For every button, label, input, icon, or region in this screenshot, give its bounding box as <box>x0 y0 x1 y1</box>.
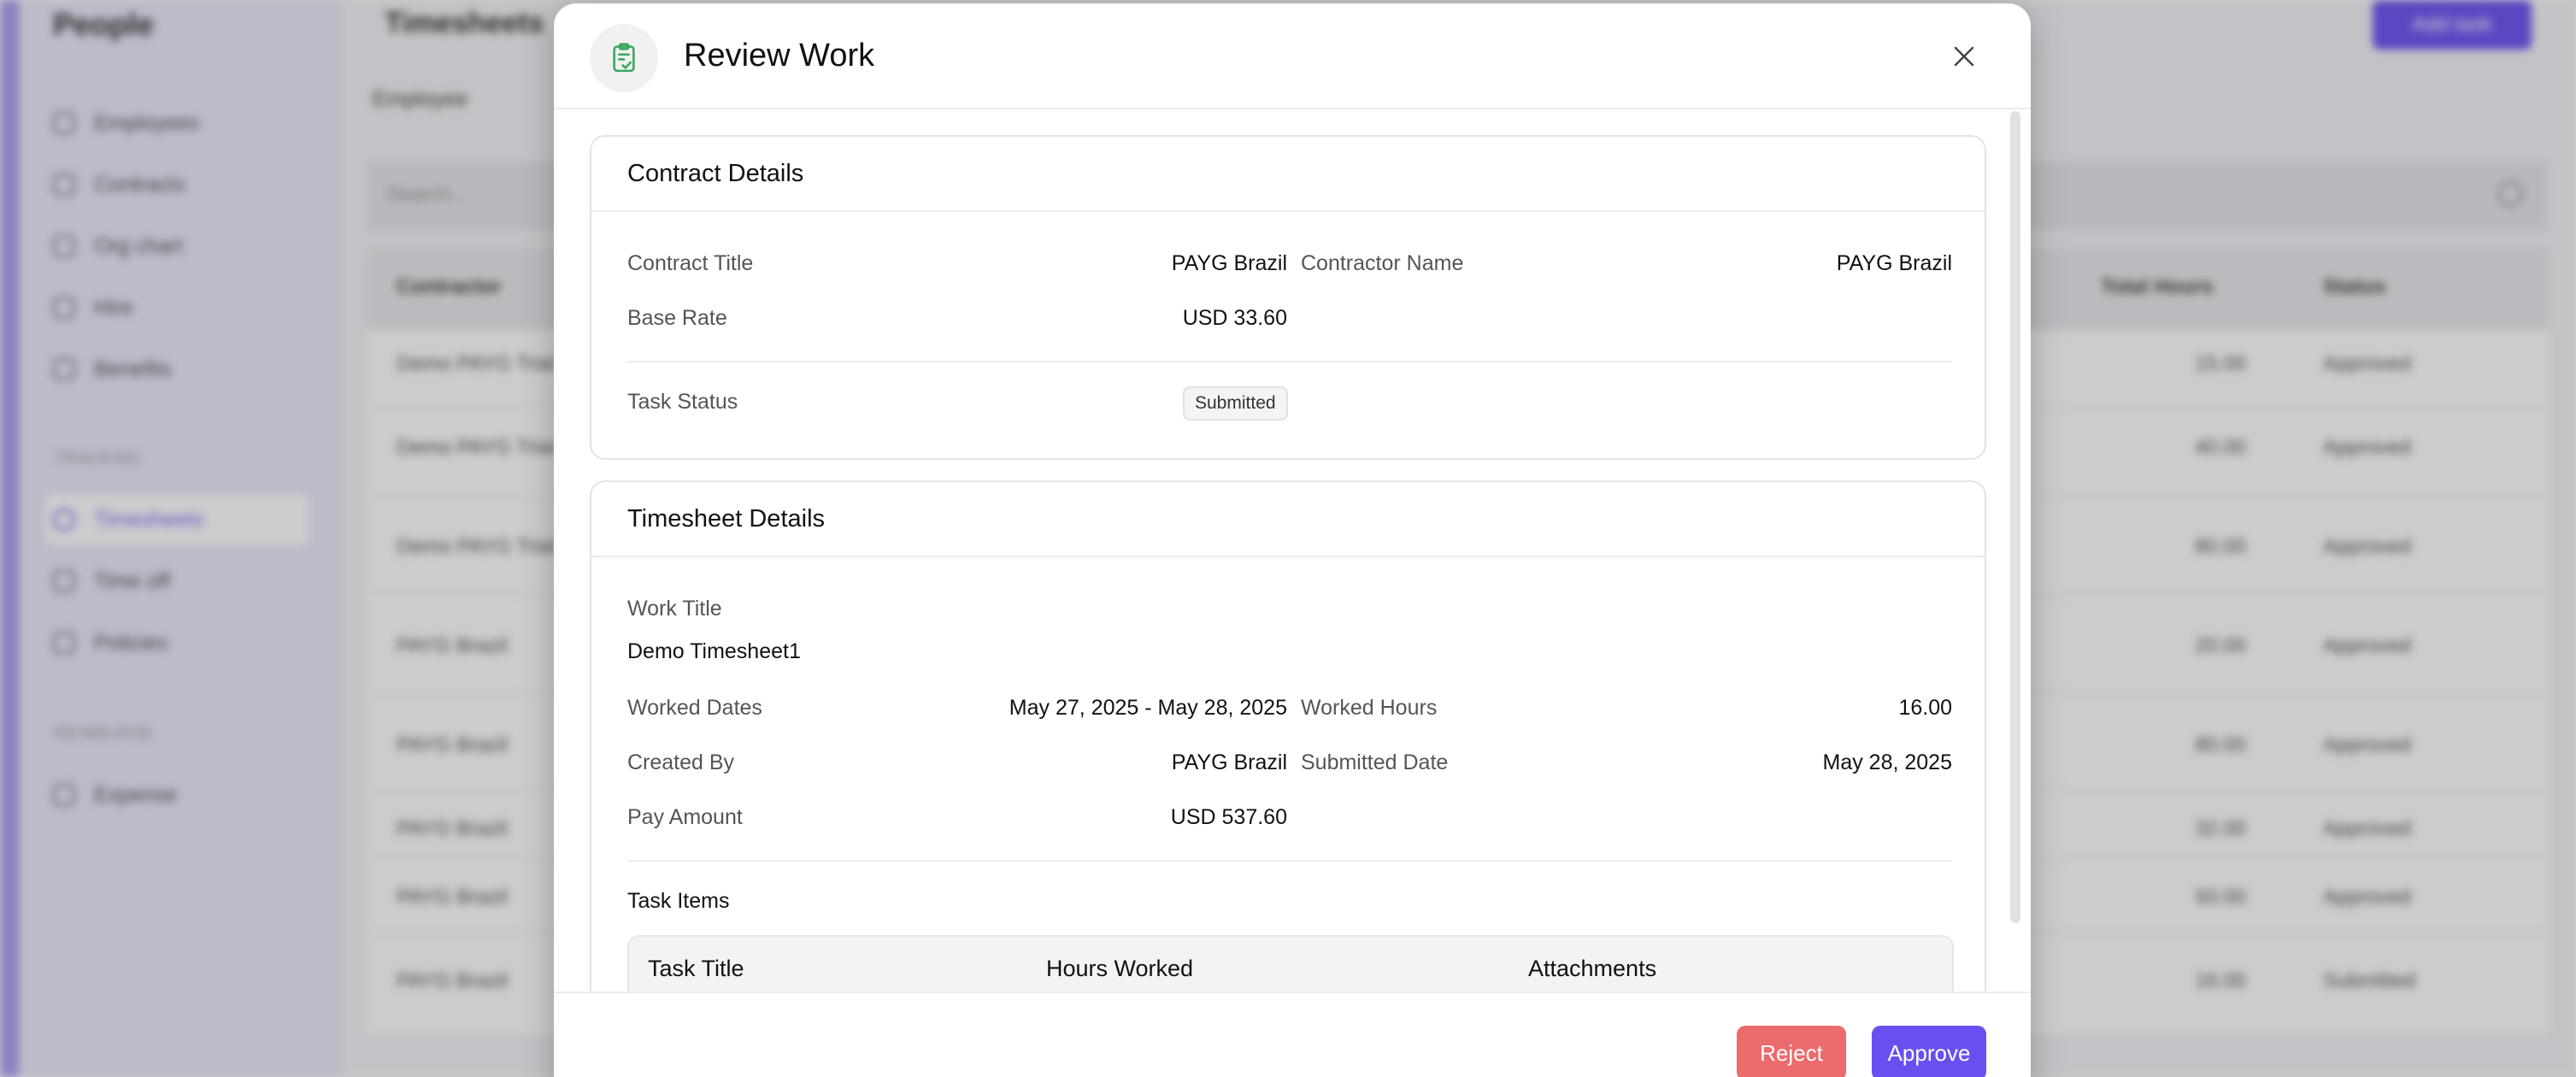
work-title-label: Work Title <box>627 597 722 621</box>
pay-amount-value: USD 537.60 <box>1170 805 1287 829</box>
task-status-label: Task Status <box>627 390 738 414</box>
task-items-label: Task Items <box>627 889 730 913</box>
submitted-date-value: May 28, 2025 <box>1822 750 1953 774</box>
review-work-modal: Review Work Contract Details Contract Ti… <box>554 3 2031 1077</box>
modal-header: Review Work <box>554 3 2031 109</box>
task-items-table-header: Task Title Hours Worked Attachments <box>627 935 1954 992</box>
clipboard-check-icon <box>590 24 658 92</box>
modal-title: Review Work <box>684 38 875 74</box>
worked-hours-value: 16.00 <box>1898 696 1952 720</box>
worked-dates-label: Worked Dates <box>627 696 762 720</box>
column-attachments: Attachments <box>1528 956 1657 981</box>
worked-dates-value: May 27, 2025 - May 28, 2025 <box>1009 696 1287 720</box>
column-hours-worked: Hours Worked <box>1046 956 1194 981</box>
created-by-label: Created By <box>627 750 735 774</box>
contract-title-label: Contract Title <box>627 251 754 275</box>
card-heading: Timesheet Details <box>591 482 1985 557</box>
card-heading: Contract Details <box>591 137 1985 212</box>
pay-amount-label: Pay Amount <box>627 805 743 829</box>
section-divider <box>627 860 1952 862</box>
reject-button[interactable]: Reject <box>1737 1026 1846 1077</box>
close-icon <box>1954 46 1974 67</box>
base-rate-label: Base Rate <box>627 306 727 330</box>
worked-hours-label: Worked Hours <box>1301 696 1438 720</box>
base-rate-value: USD 33.60 <box>1182 306 1287 330</box>
close-button[interactable] <box>1947 39 1981 74</box>
status-badge: Submitted <box>1183 386 1288 421</box>
created-by-value: PAYG Brazil <box>1171 750 1287 774</box>
submitted-date-label: Submitted Date <box>1301 750 1449 774</box>
modal-body[interactable]: Contract Details Contract Title PAYG Bra… <box>554 111 2031 992</box>
section-divider <box>627 361 1952 362</box>
contractor-name-label: Contractor Name <box>1301 251 1464 275</box>
modal-scrollbar[interactable] <box>2010 111 2020 923</box>
contractor-name-value: PAYG Brazil <box>1836 251 1952 275</box>
timesheet-details-card: Timesheet Details Work Title Demo Timesh… <box>590 480 1986 992</box>
approve-button[interactable]: Approve <box>1872 1026 1986 1077</box>
contract-details-card: Contract Details Contract Title PAYG Bra… <box>590 135 1986 460</box>
modal-footer: Reject Approve <box>554 992 2031 1077</box>
work-title-value: Demo Timesheet1 <box>627 639 801 663</box>
column-task-title: Task Title <box>648 956 744 981</box>
contract-title-value: PAYG Brazil <box>1171 251 1287 275</box>
